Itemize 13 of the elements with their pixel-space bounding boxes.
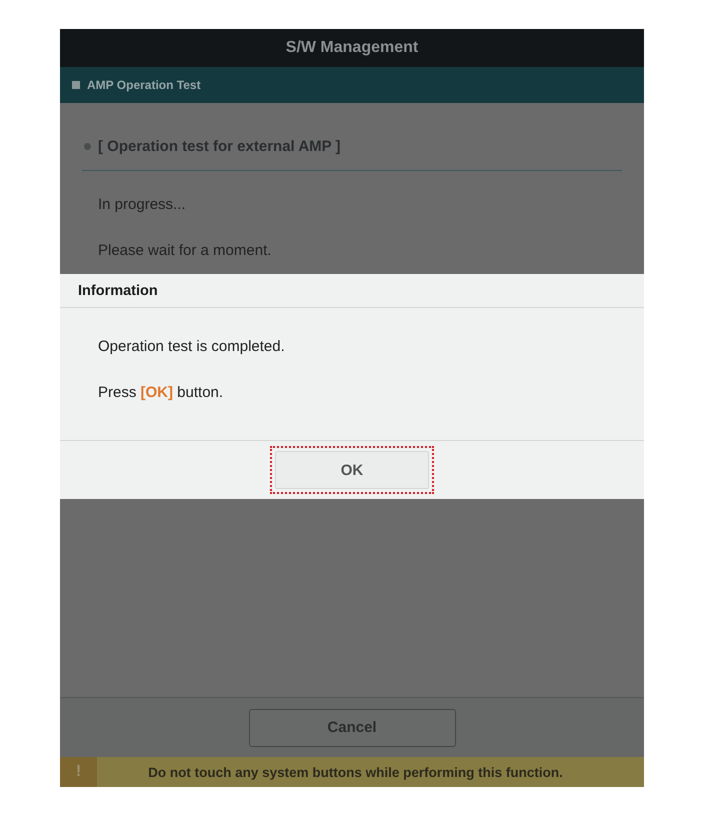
- status-text: Please wait for a moment.: [98, 242, 272, 259]
- window-title: S/W Management: [286, 39, 418, 57]
- section-title: AMP Operation Test: [87, 78, 201, 92]
- dialog-message: Press [OK] button.: [98, 384, 224, 401]
- bullet-icon: [84, 143, 91, 150]
- warning-text: Do not touch any system buttons while performing this function.: [147, 764, 564, 780]
- square-icon: [72, 81, 80, 89]
- content-heading: [ Operation test for external AMP ]: [98, 138, 341, 155]
- dialog-message: Operation test is completed.: [98, 338, 286, 355]
- ok-button[interactable]: OK: [275, 451, 429, 489]
- status-text: In progress...: [98, 196, 187, 213]
- warning-icon: !: [60, 757, 97, 787]
- dialog-title: Information: [60, 274, 644, 308]
